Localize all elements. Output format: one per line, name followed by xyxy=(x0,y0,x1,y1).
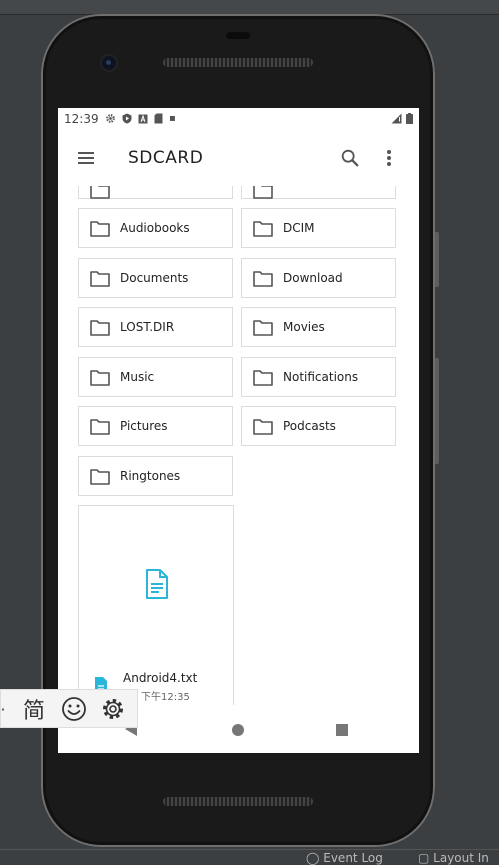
more-options-icon[interactable] xyxy=(380,147,398,169)
file-name: Android4.txt xyxy=(123,671,198,685)
file-item-android4-txt[interactable]: Android4.txt 下午12:35 xyxy=(78,505,234,705)
folder-icon xyxy=(90,186,110,199)
folder-name: Documents xyxy=(120,271,189,285)
folder-icon xyxy=(90,469,110,485)
folder-item-audiobooks[interactable]: Audiobooks xyxy=(78,208,233,248)
folder-name: DCIM xyxy=(283,221,315,235)
folder-item-lost-dir[interactable]: LOST.DIR xyxy=(78,307,233,347)
app-bar: SDCARD xyxy=(58,130,419,186)
folder-name: Download xyxy=(283,271,343,285)
folder-icon xyxy=(253,221,273,237)
folder-icon xyxy=(90,320,110,336)
ide-status-bar: ◯ Event Log ▢ Layout In xyxy=(0,849,499,865)
folder-item-podcasts[interactable]: Podcasts xyxy=(241,406,396,446)
folder-name: Notifications xyxy=(283,370,359,384)
folder-name: LOST.DIR xyxy=(120,320,175,334)
dot-notification-icon: ▪ xyxy=(169,113,176,124)
page-title: SDCARD xyxy=(128,148,204,168)
folder-name: Music xyxy=(120,370,155,384)
folder-item-movies[interactable]: Movies xyxy=(241,307,396,347)
play-protect-icon xyxy=(122,113,132,124)
ime-toolbar: · 简 xyxy=(0,689,138,728)
folder-icon xyxy=(253,370,273,386)
status-bar: 12:39 ▪ xyxy=(58,108,419,130)
settings-icon[interactable] xyxy=(99,694,127,724)
folder-item-notifications[interactable]: Notifications xyxy=(241,357,396,397)
folder-name: Movies xyxy=(283,320,325,334)
folder-icon xyxy=(253,271,273,287)
folder-name: Podcasts xyxy=(283,419,336,433)
recents-icon[interactable] xyxy=(336,724,348,736)
home-icon[interactable] xyxy=(232,724,244,736)
folder-name: Audiobooks xyxy=(120,221,190,235)
front-camera xyxy=(102,56,116,70)
folder-item-pictures[interactable]: Pictures xyxy=(78,406,233,446)
signal-icon xyxy=(391,113,402,124)
folder-item-ringtones[interactable]: Ringtones xyxy=(78,456,233,496)
sdcard-status-icon xyxy=(154,113,163,124)
folder-item-documents[interactable]: Documents xyxy=(78,258,233,298)
folder-tile-offscreen[interactable] xyxy=(78,186,233,199)
folder-icon xyxy=(90,271,110,287)
ime-dot: · xyxy=(0,699,6,719)
folder-item-music[interactable]: Music xyxy=(78,357,233,397)
folder-icon xyxy=(90,419,110,435)
folder-item-download[interactable]: Download xyxy=(241,258,396,298)
a-notification-icon xyxy=(138,113,148,123)
search-icon[interactable] xyxy=(339,147,361,169)
folder-icon xyxy=(253,320,273,336)
earpiece-speaker xyxy=(163,58,313,67)
folder-name: Pictures xyxy=(120,419,168,433)
folder-icon xyxy=(90,370,110,386)
battery-icon xyxy=(406,113,413,124)
file-date: 下午12:35 xyxy=(141,692,190,703)
bottom-speaker xyxy=(163,797,313,806)
proximity-sensor xyxy=(226,32,250,39)
menu-icon[interactable] xyxy=(78,149,100,167)
file-list: Audiobooks DCIM Documents Download LOST.… xyxy=(58,186,419,705)
ime-mode-toggle[interactable]: 简 xyxy=(19,694,49,724)
document-icon xyxy=(146,569,168,599)
folder-tile-offscreen[interactable] xyxy=(241,186,396,199)
folder-icon xyxy=(253,419,273,435)
folder-icon xyxy=(90,221,110,237)
ide-toolbar xyxy=(0,0,499,15)
volume-button[interactable] xyxy=(435,358,439,464)
folder-name: Ringtones xyxy=(120,469,181,483)
device-screen: 12:39 ▪ SDCARD Audiobooks DCIM Documents… xyxy=(58,108,419,753)
settings-status-icon xyxy=(106,114,115,123)
emoji-icon[interactable] xyxy=(60,694,88,724)
folder-icon xyxy=(253,186,273,199)
status-time: 12:39 xyxy=(64,112,99,126)
power-button[interactable] xyxy=(435,232,439,287)
folder-item-dcim[interactable]: DCIM xyxy=(241,208,396,248)
